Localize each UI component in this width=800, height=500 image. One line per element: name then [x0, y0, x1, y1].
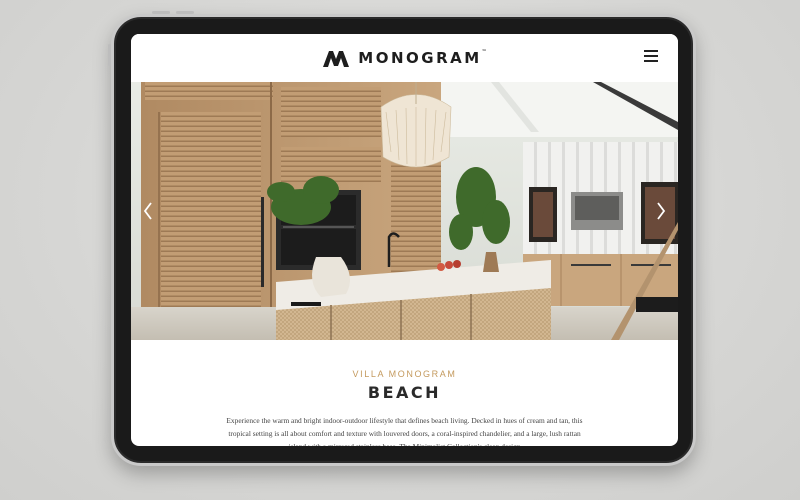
content-section: VILLA MONOGRAM BEACH Experience the warm… [131, 340, 678, 446]
brand-logo[interactable]: MONOGRAM™ [322, 49, 487, 68]
section-description: Experience the warm and bright indoor-ou… [226, 416, 583, 446]
tablet-screen: MONOGRAM™ VILLA MONOGRAM BEACH Experienc… [131, 34, 678, 446]
brand-trademark: ™ [481, 49, 487, 55]
monogram-m-logo-icon [322, 49, 350, 68]
prev-slide-chevron-left-icon[interactable] [139, 200, 157, 222]
next-slide-chevron-right-icon[interactable] [652, 200, 670, 222]
brand-name: MONOGRAM™ [358, 49, 487, 67]
tablet-top-button [152, 11, 170, 14]
section-title: BEACH [367, 383, 442, 402]
tablet-side-button [108, 44, 111, 66]
site-header: MONOGRAM™ [131, 34, 678, 82]
tablet-top-button-2 [176, 11, 194, 14]
hamburger-menu-icon[interactable] [644, 50, 658, 62]
kitchen-photo [131, 82, 678, 340]
section-eyebrow: VILLA MONOGRAM [352, 369, 457, 379]
